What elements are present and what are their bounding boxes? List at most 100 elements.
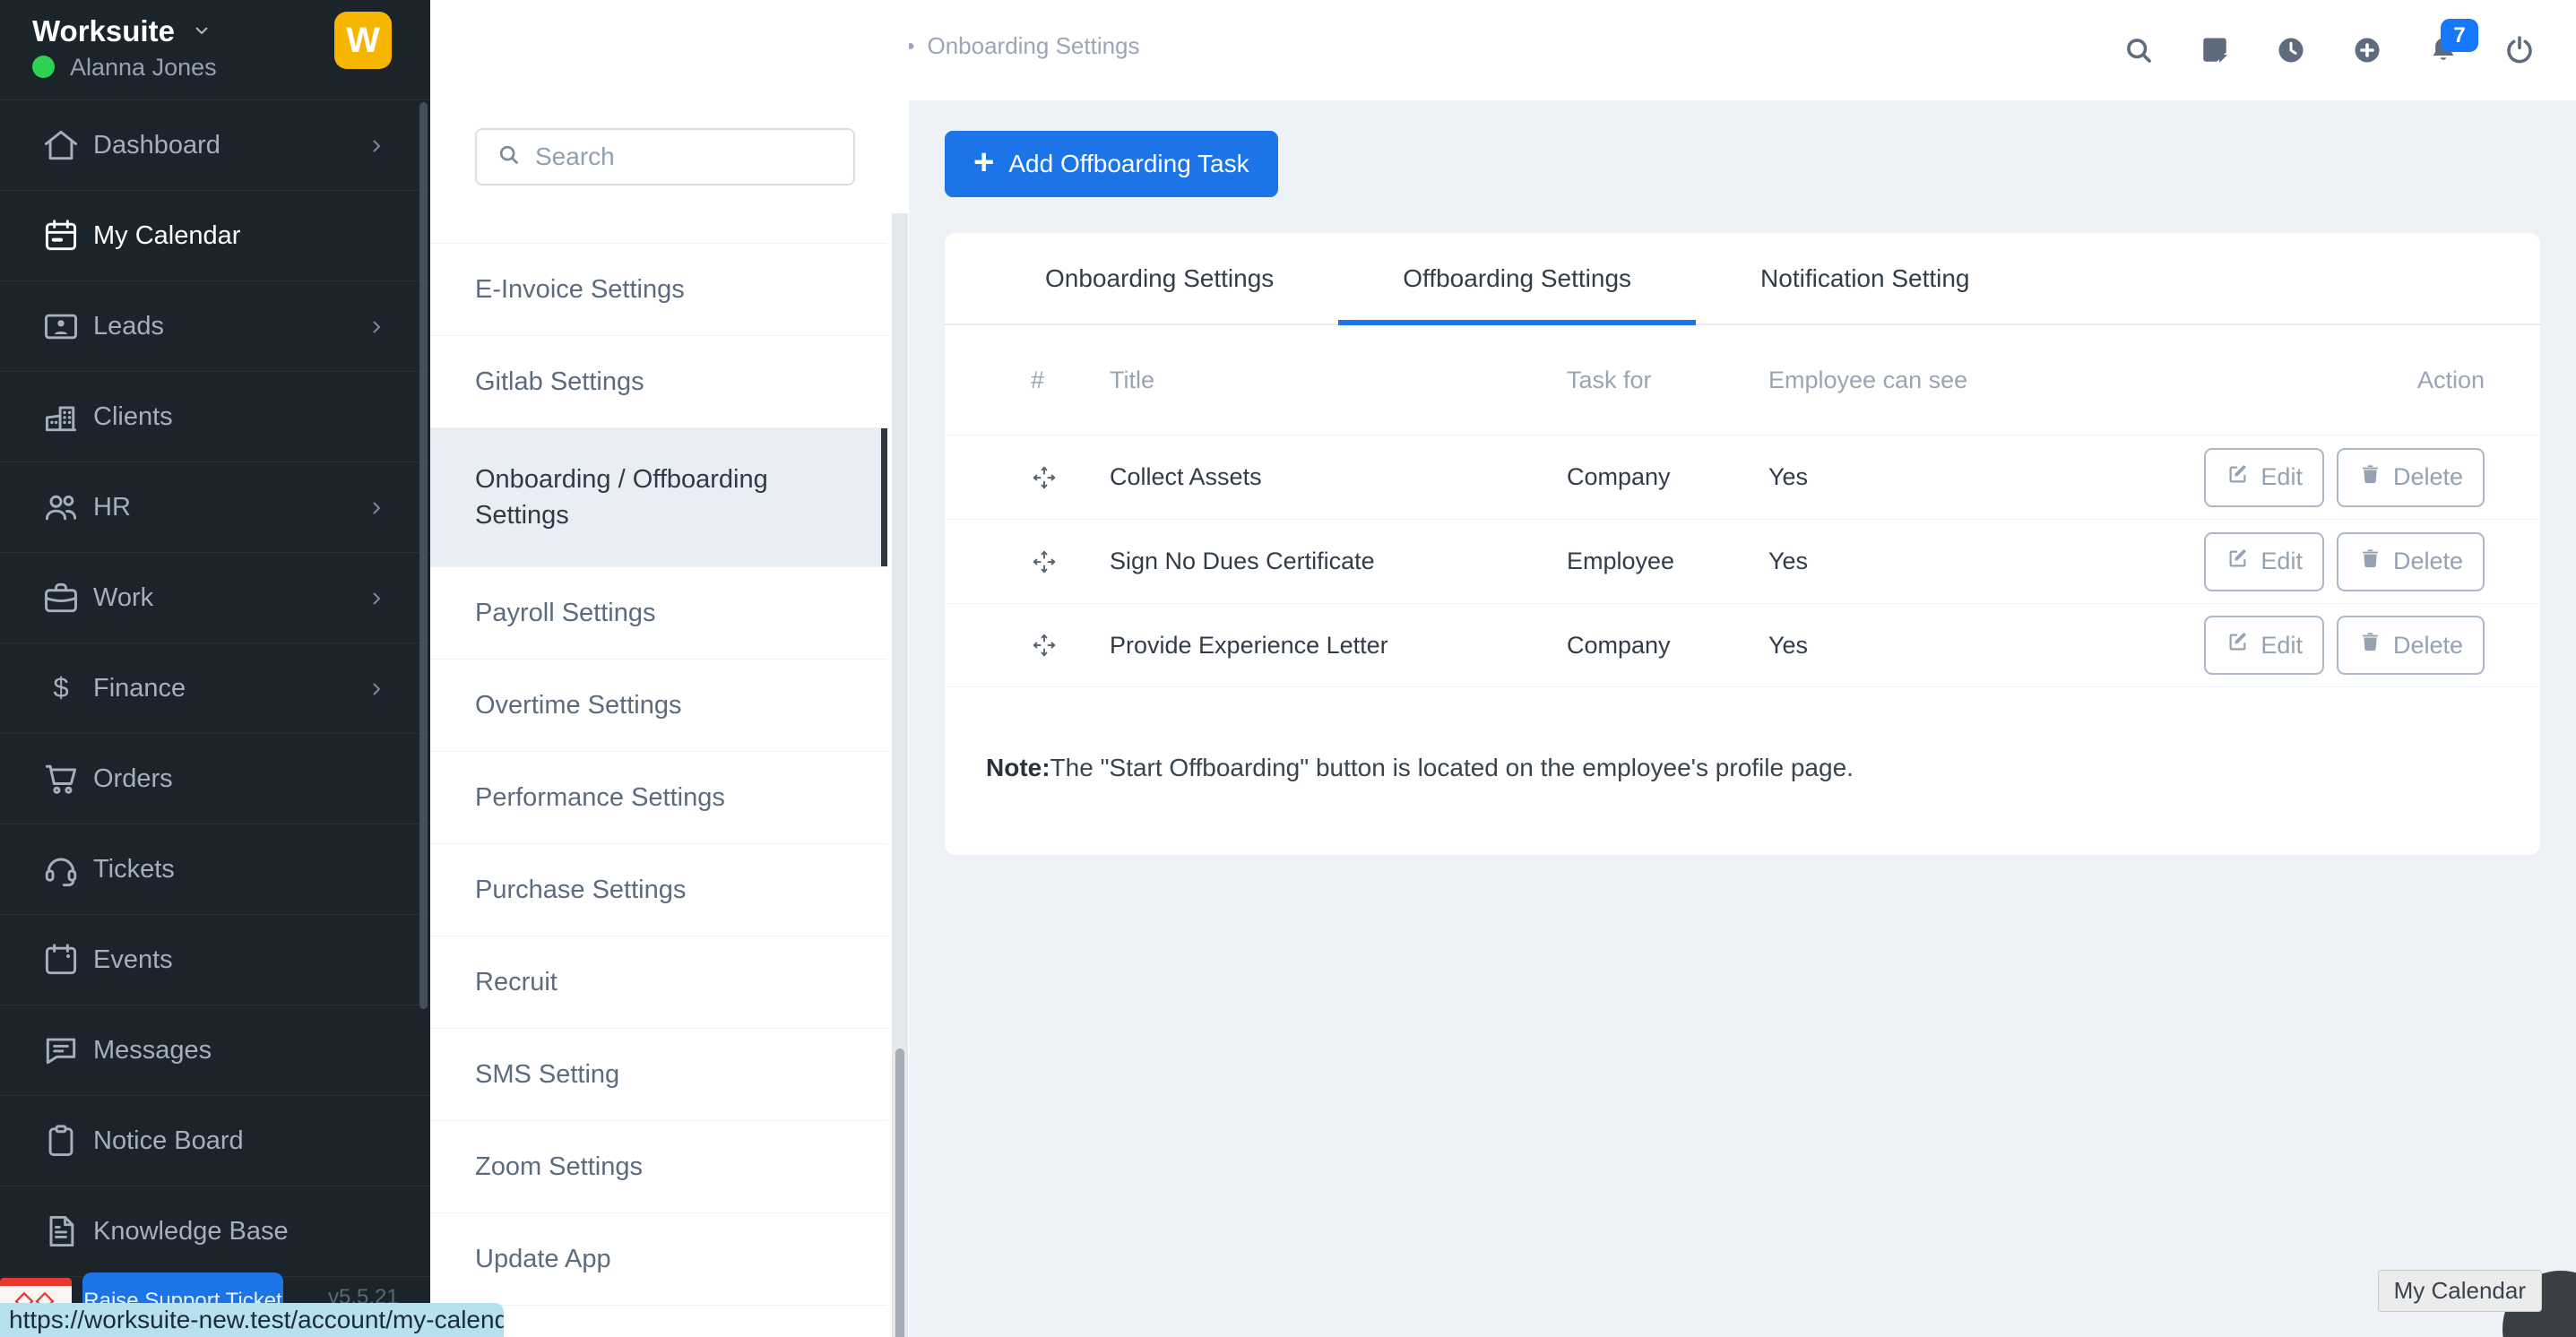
sidebar-scrollbar[interactable] (419, 102, 428, 1009)
sidebar-item-label: Notice Board (93, 1126, 244, 1156)
search-icon (477, 142, 521, 171)
delete-button[interactable]: Delete (2337, 532, 2485, 591)
plus-icon: + (973, 144, 994, 180)
sidebar-item-hr[interactable]: HR (0, 462, 430, 553)
settings-panel: E-Invoice SettingsGitlab SettingsOnboard… (430, 0, 909, 1337)
settings-nav-item-onboarding-offboarding-settings[interactable]: Onboarding / Offboarding Settings (430, 428, 887, 567)
column-header-employee-can-see: Employee can see (1768, 367, 2162, 394)
sidebar-item-label: Dashboard (93, 131, 220, 160)
sidebar-item-label: Knowledge Base (93, 1217, 289, 1246)
chevron-down-icon (191, 14, 212, 48)
app-logo[interactable]: W (334, 12, 392, 69)
tab-bar: Onboarding SettingsOffboarding SettingsN… (945, 233, 2540, 325)
delete-button[interactable]: Delete (2337, 448, 2485, 507)
headset-icon (41, 850, 81, 889)
calendar-blank-icon (41, 940, 81, 979)
sidebar-item-label: Finance (93, 674, 186, 703)
note-icon[interactable] (2198, 33, 2232, 67)
chat-icon (41, 1031, 81, 1070)
settings-nav-item-sms-setting[interactable]: SMS Setting (430, 1029, 887, 1121)
column-header-title: Title (1110, 367, 1567, 394)
sidebar-item-leads[interactable]: Leads (0, 281, 430, 372)
sidebar-menu: Dashboard My Calendar Leads Clients HR Work $ F… (0, 100, 430, 1277)
trash-icon (2358, 630, 2382, 660)
users-icon (41, 487, 81, 527)
sidebar-item-label: Orders (93, 764, 173, 794)
main-content: + Add Offboarding Task Onboarding Settin… (909, 100, 2576, 1337)
dollar-icon: $ (41, 668, 81, 708)
drag-handle-icon[interactable] (1031, 548, 1058, 575)
sidebar-item-dashboard[interactable]: Dashboard (0, 100, 430, 191)
sidebar-item-clients[interactable]: Clients (0, 372, 430, 462)
sidebar-item-label: Work (93, 583, 153, 613)
brand-switcher[interactable]: Worksuite (32, 14, 212, 48)
edit-button[interactable]: Edit (2204, 616, 2324, 675)
column-header-action: Action (2162, 367, 2485, 394)
tab-offboarding-settings[interactable]: Offboarding Settings (1338, 233, 1696, 323)
edit-button[interactable]: Edit (2204, 448, 2324, 507)
settings-nav-item-update-app[interactable]: Update App (430, 1213, 887, 1306)
task-for: Company (1567, 632, 1768, 660)
settings-nav-item-gitlab-settings[interactable]: Gitlab Settings (430, 336, 887, 428)
delete-button[interactable]: Delete (2337, 616, 2485, 675)
drag-handle-icon[interactable] (1031, 464, 1058, 491)
id-card-icon (41, 306, 81, 346)
svg-text:$: $ (53, 672, 68, 703)
sidebar-item-tickets[interactable]: Tickets (0, 824, 430, 915)
employee-can-see: Yes (1768, 463, 2162, 491)
sidebar-item-knowledge-base[interactable]: Knowledge Base (0, 1186, 430, 1277)
brand-row: Worksuite Alanna Jones W (0, 0, 430, 100)
clock-icon[interactable] (2274, 33, 2308, 67)
notification-count-badge: 7 (2441, 19, 2478, 52)
chevron-right-icon (366, 134, 387, 156)
settings-search-input[interactable] (535, 142, 822, 171)
chevron-right-icon (366, 677, 387, 699)
drag-handle-icon[interactable] (1031, 632, 1058, 659)
chevron-right-icon (366, 315, 387, 337)
chevron-right-icon (366, 587, 387, 608)
power-icon[interactable] (2503, 33, 2537, 67)
chevron-right-icon (366, 496, 387, 518)
task-title: Provide Experience Letter (1110, 632, 1567, 660)
settings-nav-item-purchase-settings[interactable]: Purchase Settings (430, 844, 887, 936)
bell-icon[interactable]: 7 (2426, 33, 2460, 67)
sidebar-item-label: HR (93, 493, 131, 522)
settings-search[interactable] (475, 128, 855, 185)
sidebar-item-messages[interactable]: Messages (0, 1005, 430, 1096)
note-body: The "Start Offboarding" button is locate… (1050, 754, 1854, 781)
topbar-icons: 7 (2122, 0, 2537, 100)
settings-nav-item-zoom-settings[interactable]: Zoom Settings (430, 1121, 887, 1213)
plus-circle-icon[interactable] (2350, 33, 2384, 67)
sidebar-item-my-calendar[interactable]: My Calendar (0, 191, 430, 281)
sidebar-item-finance[interactable]: $ Finance (0, 643, 430, 734)
note-text: Note:The "Start Offboarding" button is l… (986, 754, 2540, 782)
brand-label: Worksuite (32, 14, 175, 48)
sidebar-item-orders[interactable]: Orders (0, 734, 430, 824)
settings-scroll-track[interactable] (892, 213, 908, 1337)
settings-nav-item-recruit[interactable]: Recruit (430, 936, 887, 1029)
search-icon[interactable] (2122, 33, 2156, 67)
calendar-icon (41, 216, 81, 255)
sidebar-item-label: Messages (93, 1036, 212, 1065)
note-label: Note: (986, 754, 1050, 781)
add-offboarding-task-button[interactable]: + Add Offboarding Task (945, 131, 1278, 197)
tab-onboarding-settings[interactable]: Onboarding Settings (981, 233, 1338, 323)
sidebar-item-work[interactable]: Work (0, 553, 430, 643)
sidebar-item-label: Events (93, 945, 173, 975)
clipboard-icon (41, 1121, 81, 1160)
table-header: #TitleTask forEmployee can seeAction (945, 325, 2540, 435)
sidebar: Worksuite Alanna Jones W Dashboard My Cal… (0, 0, 430, 1337)
edit-button[interactable]: Edit (2204, 532, 2324, 591)
table-row: Sign No Dues CertificateEmployeeYesEditD… (945, 519, 2540, 603)
settings-nav-item-payroll-settings[interactable]: Payroll Settings (430, 567, 887, 660)
breadcrumb-current: Onboarding Settings (927, 32, 1139, 60)
settings-nav-item-performance-settings[interactable]: Performance Settings (430, 752, 887, 844)
settings-nav-item-overtime-settings[interactable]: Overtime Settings (430, 660, 887, 752)
settings-scroll-thumb[interactable] (895, 1048, 904, 1337)
online-status-dot (32, 56, 55, 78)
sidebar-item-events[interactable]: Events (0, 915, 430, 1005)
sidebar-item-notice-board[interactable]: Notice Board (0, 1096, 430, 1186)
sidebar-item-label: Leads (93, 312, 164, 341)
tab-notification-setting[interactable]: Notification Setting (1696, 233, 2034, 323)
settings-nav-item-e-invoice-settings[interactable]: E-Invoice Settings (430, 244, 887, 336)
